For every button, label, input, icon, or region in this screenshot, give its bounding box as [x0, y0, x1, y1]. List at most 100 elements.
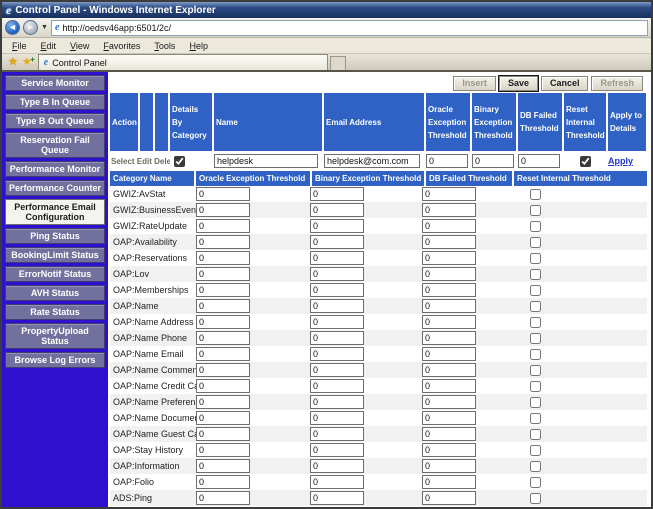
db-failed-threshold-input[interactable] — [422, 411, 476, 425]
reset-internal-threshold-checkbox[interactable] — [530, 269, 541, 280]
binary-threshold-input[interactable] — [310, 187, 364, 201]
reset-internal-threshold-checkbox[interactable] — [530, 413, 541, 424]
reset-internal-threshold-checkbox[interactable] — [530, 429, 541, 440]
reset-internal-threshold-checkbox[interactable] — [530, 301, 541, 312]
oracle-threshold-input[interactable] — [196, 299, 250, 313]
binary-threshold-input[interactable] — [310, 427, 364, 441]
reset-internal-threshold-checkbox[interactable] — [530, 253, 541, 264]
nav-dropdown-icon[interactable]: ▼ — [41, 24, 48, 31]
binary-threshold-input[interactable] — [310, 459, 364, 473]
sidebar-item[interactable]: PropertyUpload Status — [5, 323, 105, 349]
toolbar-button[interactable]: Cancel — [541, 76, 589, 91]
oracle-threshold-input[interactable] — [426, 154, 468, 168]
binary-threshold-input[interactable] — [310, 395, 364, 409]
sidebar-item[interactable]: Performance Counter — [5, 180, 105, 196]
binary-threshold-input[interactable] — [310, 235, 364, 249]
forward-button[interactable]: ► — [23, 20, 38, 35]
reset-internal-threshold-checkbox[interactable] — [530, 349, 541, 360]
oracle-threshold-input[interactable] — [196, 315, 250, 329]
reset-internal-threshold-checkbox[interactable] — [530, 445, 541, 456]
binary-threshold-input[interactable] — [310, 203, 364, 217]
oracle-threshold-input[interactable] — [196, 491, 250, 505]
menu-item[interactable]: File — [6, 40, 33, 52]
sidebar-item[interactable]: Performance Email Configuration — [5, 199, 105, 225]
reset-internal-threshold-checkbox[interactable] — [530, 397, 541, 408]
db-failed-threshold-input[interactable] — [422, 395, 476, 409]
favorites-star-icon[interactable]: ★ — [8, 57, 18, 68]
oracle-threshold-input[interactable] — [196, 459, 250, 473]
sidebar-item[interactable]: Type B In Queue — [5, 94, 105, 110]
oracle-threshold-input[interactable] — [196, 363, 250, 377]
sidebar-item[interactable]: Service Monitor — [5, 75, 105, 91]
reset-internal-threshold-checkbox[interactable] — [530, 317, 541, 328]
db-failed-threshold-input[interactable] — [422, 443, 476, 457]
binary-threshold-input[interactable] — [310, 411, 364, 425]
db-failed-threshold-input[interactable] — [518, 154, 560, 168]
db-failed-threshold-input[interactable] — [422, 347, 476, 361]
binary-threshold-input[interactable] — [472, 154, 514, 168]
db-failed-threshold-input[interactable] — [422, 219, 476, 233]
oracle-threshold-input[interactable] — [196, 331, 250, 345]
menu-item[interactable]: Tools — [148, 40, 181, 52]
oracle-threshold-input[interactable] — [196, 475, 250, 489]
db-failed-threshold-input[interactable] — [422, 427, 476, 441]
binary-threshold-input[interactable] — [310, 379, 364, 393]
menu-item[interactable]: Help — [183, 40, 214, 52]
menu-item[interactable]: Edit — [35, 40, 63, 52]
toolbar-button[interactable]: Save — [499, 76, 538, 91]
reset-internal-threshold-checkbox[interactable] — [530, 189, 541, 200]
oracle-threshold-input[interactable] — [196, 267, 250, 281]
reset-internal-threshold-checkbox[interactable] — [530, 205, 541, 216]
sidebar-item[interactable]: Type B Out Queue — [5, 113, 105, 129]
tab-control-panel[interactable]: e Control Panel — [38, 54, 328, 70]
binary-threshold-input[interactable] — [310, 283, 364, 297]
db-failed-threshold-input[interactable] — [422, 491, 476, 505]
oracle-threshold-input[interactable] — [196, 395, 250, 409]
db-failed-threshold-input[interactable] — [422, 267, 476, 281]
binary-threshold-input[interactable] — [310, 475, 364, 489]
menu-item[interactable]: View — [64, 40, 95, 52]
binary-threshold-input[interactable] — [310, 443, 364, 457]
reset-internal-threshold-checkbox[interactable] — [530, 493, 541, 504]
binary-threshold-input[interactable] — [310, 299, 364, 313]
toolbar-button[interactable]: Refresh — [591, 76, 643, 91]
db-failed-threshold-input[interactable] — [422, 459, 476, 473]
sidebar-item[interactable]: AVH Status — [5, 285, 105, 301]
sidebar-item[interactable]: Rate Status — [5, 304, 105, 320]
db-failed-threshold-input[interactable] — [422, 363, 476, 377]
details-by-category-checkbox[interactable] — [174, 156, 185, 167]
reset-internal-threshold-checkbox[interactable] — [530, 381, 541, 392]
name-input[interactable] — [214, 154, 318, 168]
reset-internal-threshold-checkbox[interactable] — [530, 221, 541, 232]
reset-internal-threshold-checkbox[interactable] — [530, 461, 541, 472]
oracle-threshold-input[interactable] — [196, 411, 250, 425]
db-failed-threshold-input[interactable] — [422, 203, 476, 217]
binary-threshold-input[interactable] — [310, 347, 364, 361]
binary-threshold-input[interactable] — [310, 363, 364, 377]
reset-internal-threshold-checkbox[interactable] — [530, 333, 541, 344]
binary-threshold-input[interactable] — [310, 491, 364, 505]
address-field[interactable]: e http://oedsv46app:6501/2c/ — [51, 20, 648, 36]
db-failed-threshold-input[interactable] — [422, 331, 476, 345]
oracle-threshold-input[interactable] — [196, 235, 250, 249]
oracle-threshold-input[interactable] — [196, 219, 250, 233]
binary-threshold-input[interactable] — [310, 219, 364, 233]
sidebar-item[interactable]: BookingLimit Status — [5, 247, 105, 263]
db-failed-threshold-input[interactable] — [422, 315, 476, 329]
db-failed-threshold-input[interactable] — [422, 283, 476, 297]
menu-item[interactable]: Favorites — [97, 40, 146, 52]
oracle-threshold-input[interactable] — [196, 443, 250, 457]
reset-internal-threshold-checkbox[interactable] — [580, 156, 591, 167]
oracle-threshold-input[interactable] — [196, 379, 250, 393]
db-failed-threshold-input[interactable] — [422, 251, 476, 265]
sidebar-item[interactable]: Reservation Fail Queue — [5, 132, 105, 158]
reset-internal-threshold-checkbox[interactable] — [530, 237, 541, 248]
sidebar-item[interactable]: Browse Log Errors — [5, 352, 105, 368]
oracle-threshold-input[interactable] — [196, 187, 250, 201]
apply-link[interactable]: Apply — [608, 156, 633, 166]
db-failed-threshold-input[interactable] — [422, 299, 476, 313]
add-favorite-icon[interactable]: ★ — [22, 57, 32, 68]
db-failed-threshold-input[interactable] — [422, 475, 476, 489]
binary-threshold-input[interactable] — [310, 251, 364, 265]
binary-threshold-input[interactable] — [310, 315, 364, 329]
